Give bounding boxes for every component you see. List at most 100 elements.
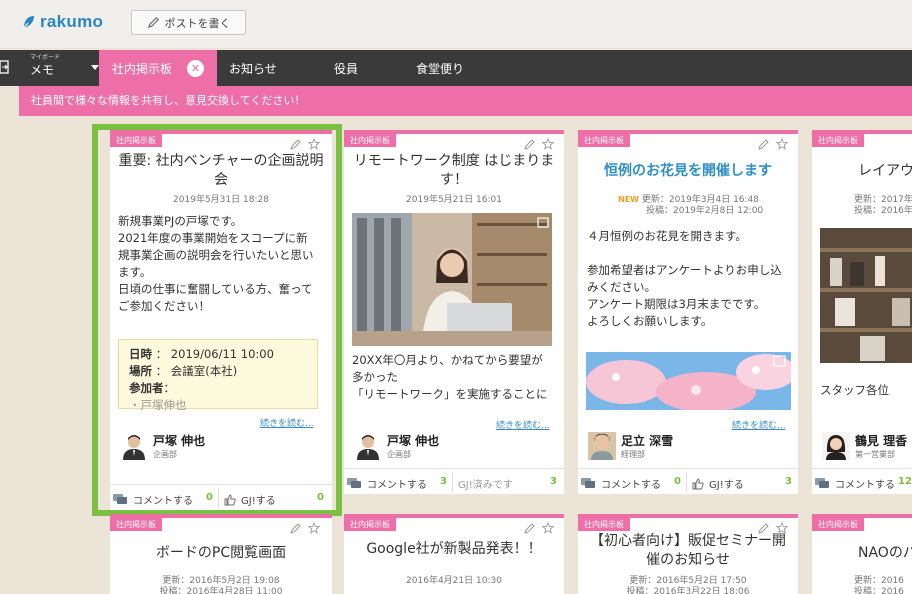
- author[interactable]: 鶴見 理香 第一営業部: [822, 432, 912, 462]
- selected-card-highlight: [92, 124, 342, 516]
- tab-executives[interactable]: 役員: [334, 50, 358, 86]
- post-card[interactable]: 社内掲示板 【初心者向け】販促セミナー開 催のお知らせ 更新：2016年5月2日…: [578, 514, 798, 594]
- post-card[interactable]: 社内掲示板 リモートワーク制度 はじまりま す！ 2019年5月21日 16:0…: [344, 130, 564, 494]
- comment-button[interactable]: コメントする: [581, 476, 661, 491]
- tab-label: 役員: [334, 61, 359, 76]
- comment-button[interactable]: コメントする: [347, 476, 427, 491]
- tab-internal-board[interactable]: 社内掲示板 ✕: [99, 50, 217, 86]
- edit-icon[interactable]: [758, 138, 770, 150]
- post-title[interactable]: 【初心者向け】販促セミナー開 催のお知らせ: [586, 532, 790, 570]
- post-date: 2016年4月21日 10:30: [406, 576, 502, 586]
- sidebar-toggle-icon[interactable]: [0, 60, 10, 74]
- post-title-line: 催のお知らせ: [646, 552, 730, 568]
- star-icon[interactable]: [542, 138, 554, 150]
- gj-button[interactable]: GJ!する: [692, 476, 744, 491]
- post-title[interactable]: NAOのパ: [858, 544, 912, 563]
- author-dept: 経理部: [621, 450, 645, 459]
- comment-icon: [581, 477, 595, 488]
- rakumo-logo[interactable]: rakumo: [22, 12, 103, 32]
- body-line: 多かった: [352, 370, 398, 384]
- edit-icon[interactable]: [524, 522, 536, 534]
- rakumo-leaf-icon: [22, 16, 34, 30]
- post-card[interactable]: 社内掲示板 ボードのPC閲覧画面 更新：2016年5月2日 19:08 投稿：2…: [110, 514, 332, 594]
- category-badge: 社内掲示板: [812, 134, 864, 147]
- edit-icon[interactable]: [290, 522, 302, 534]
- close-icon[interactable]: ✕: [187, 59, 205, 77]
- tab-cafeteria[interactable]: 食堂便り: [416, 50, 464, 86]
- new-badge: NEW: [618, 195, 639, 204]
- author-name: 鶴見 理香: [855, 434, 908, 448]
- comment-count: 0: [674, 476, 681, 487]
- comment-label: コメントする: [601, 480, 661, 491]
- post-title-line: リモートワーク制度 はじまりま: [353, 153, 555, 169]
- top-bar: rakumo ポストを書く: [0, 0, 912, 48]
- post-title[interactable]: 恒例のお花見を開催します: [586, 162, 790, 181]
- post-title[interactable]: リモートワーク制度 はじまりま す！: [352, 152, 556, 190]
- post-title-line: す！: [440, 172, 468, 188]
- read-more-link[interactable]: 続きを読む...: [732, 418, 786, 431]
- myboard-caption: マイボード: [30, 54, 61, 61]
- post-card[interactable]: 社内掲示板 NAOのパ 更新：2016 投稿：2016: [812, 514, 912, 594]
- star-icon[interactable]: [542, 522, 554, 534]
- author-dept: 企画部: [387, 450, 411, 459]
- post-image-shop[interactable]: [820, 228, 912, 363]
- post-title[interactable]: ボードのPC閲覧画面: [118, 544, 324, 563]
- category-badge: 社内掲示板: [110, 518, 162, 531]
- logo-text: rakumo: [40, 12, 104, 31]
- body-line: 「リモートワーク」を実施することに: [352, 387, 548, 401]
- category-badge: 社内掲示板: [812, 518, 864, 531]
- pencil-icon: [147, 17, 159, 29]
- myboard-memo-selector[interactable]: マイボード メモ: [30, 54, 100, 82]
- comment-count: 3: [440, 476, 447, 487]
- post-body: 20XX年〇月より、かねてから要望が 多かった 「リモートワーク」を実施すること…: [352, 352, 560, 403]
- remote-work-photo: [352, 213, 552, 346]
- cherry-blossom-photo: [586, 352, 791, 410]
- write-post-button[interactable]: ポストを書く: [131, 10, 246, 35]
- tab-notices[interactable]: お知らせ: [229, 50, 277, 86]
- card-footer: コメントする 12: [812, 468, 912, 494]
- edit-icon[interactable]: [524, 138, 536, 150]
- post-body: ４月恒例のお花見を開きます。 参加希望者はアンケートよりお申し込 みください。 …: [587, 228, 795, 330]
- post-posted: 投稿：2019年2月8日 12:00: [646, 206, 764, 216]
- post-card[interactable]: 社内掲示板 恒例のお花見を開催します NEW 更新：2019年3月4日 16:4…: [578, 130, 798, 494]
- board-nav-bar: マイボード メモ 社内掲示板 ✕ お知らせ 役員 食堂便り: [0, 50, 912, 86]
- read-more-link[interactable]: 続きを読む...: [496, 418, 550, 431]
- star-icon[interactable]: [308, 522, 320, 534]
- gj-label: GJ!する: [709, 480, 744, 491]
- comment-button[interactable]: コメントする: [815, 476, 895, 491]
- author[interactable]: 戸塚 伸也 企画部: [354, 432, 554, 462]
- star-icon[interactable]: [776, 138, 788, 150]
- comment-label: コメントする: [367, 480, 427, 491]
- category-badge: 社内掲示板: [344, 134, 396, 147]
- card-footer: コメントする 3 GJ!済みです 3: [344, 468, 564, 494]
- board-description-banner: 社員間で様々な情報を共有し、意見交換してください！: [19, 86, 912, 116]
- body-line: アンケート期限は3月末までです。: [587, 297, 766, 311]
- thumbs-up-icon: [692, 478, 704, 489]
- post-posted: 投稿：2016: [854, 587, 904, 594]
- category-badge: 社内掲示板: [578, 134, 630, 147]
- post-title[interactable]: レイアウ: [858, 162, 912, 181]
- comment-count: 12: [898, 476, 912, 487]
- write-post-label: ポストを書く: [164, 16, 231, 30]
- gj-count: 3: [550, 476, 557, 487]
- post-image-remote-work[interactable]: [352, 213, 552, 346]
- post-title[interactable]: Google社が新製品発表！！: [352, 540, 556, 559]
- gj-label: GJ!済みです: [458, 480, 513, 491]
- post-card[interactable]: 社内掲示板 Google社が新製品発表！！ 2016年4月21日 10:30: [344, 514, 564, 594]
- body-line: 20XX年〇月より、かねてから要望が: [352, 353, 543, 367]
- body-line: スタッフ各位: [820, 383, 889, 397]
- post-image-cherry-blossom[interactable]: [586, 352, 791, 410]
- avatar: [588, 432, 616, 460]
- tab-label: お知らせ: [229, 61, 277, 76]
- category-badge: 社内掲示板: [578, 518, 630, 531]
- tab-label: 社内掲示板: [112, 61, 173, 76]
- gj-button[interactable]: GJ!済みです: [458, 476, 513, 491]
- footer-divider: [452, 472, 453, 492]
- footer-divider: [686, 472, 687, 492]
- post-title-line: 【初心者向け】販促セミナー開: [590, 533, 786, 549]
- author-name: 戸塚 伸也: [387, 434, 440, 448]
- author[interactable]: 足立 深雪 経理部: [588, 432, 788, 462]
- body-line: [587, 245, 795, 262]
- body-line: よろしくお願いします。: [587, 314, 713, 328]
- post-card[interactable]: 社内掲示板 レイアウ 更新：2017年 投稿：2016年 スタッフ各位 鶴見 理…: [812, 130, 912, 494]
